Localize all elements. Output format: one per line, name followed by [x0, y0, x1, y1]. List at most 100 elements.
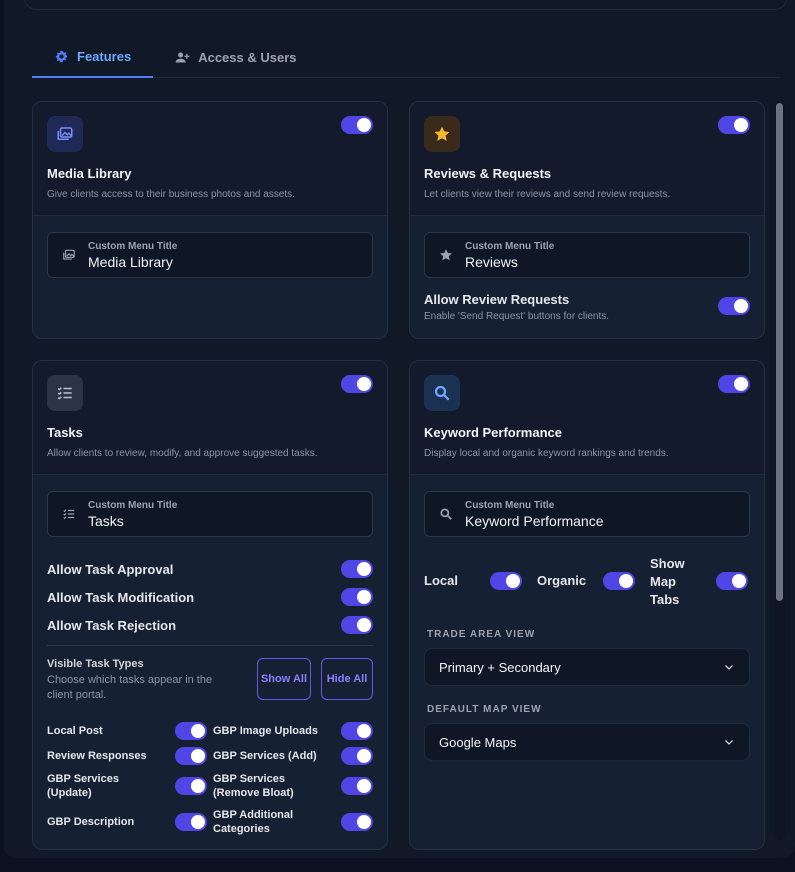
search-icon — [440, 508, 452, 520]
tasks-icon-box — [47, 375, 83, 411]
reviews-icon-box — [424, 116, 460, 152]
media-library-card: Media Library Give clients access to the… — [32, 101, 388, 339]
task-type-label: GBP Services (Add) — [213, 749, 317, 762]
task-type-local-post: Local Post — [47, 718, 207, 743]
allow-task-approval-label: Allow Task Approval — [47, 561, 174, 577]
reviews-desc: Let clients view their reviews and send … — [424, 189, 671, 200]
tab-bar: Features Access & Users — [32, 36, 780, 78]
show-map-tabs-label: Show Map Tabs — [650, 556, 685, 607]
media-menu-label: Custom Menu Title — [88, 240, 178, 252]
scrollbar-thumb[interactable] — [776, 103, 783, 601]
task-type-gbp-services-remove-bloat-toggle[interactable] — [341, 777, 373, 795]
reviews-card: Reviews & Requests Let clients view thei… — [409, 101, 765, 339]
default-map-view-select[interactable]: Google Maps — [424, 723, 750, 761]
media-library-title: Media Library — [47, 166, 132, 181]
checklist-icon — [63, 509, 75, 520]
media-icon-box — [47, 116, 83, 152]
default-map-view-value: Google Maps — [439, 734, 517, 750]
keyword-performance-desc: Display local and organic keyword rankin… — [424, 448, 669, 459]
task-type-review-responses-toggle[interactable] — [175, 747, 207, 765]
tasks-menu-label: Custom Menu Title — [88, 499, 178, 511]
keyword-menu-title-field[interactable]: Custom Menu Title Keyword Performance — [424, 491, 750, 537]
allow-review-requests-toggle[interactable] — [718, 297, 750, 315]
allow-review-requests-label: Allow Review Requests — [424, 292, 570, 307]
keyword-performance-card: Keyword Performance Display local and or… — [409, 360, 765, 850]
keyword-performance-title: Keyword Performance — [424, 425, 562, 440]
tab-features-label: Features — [77, 48, 132, 64]
visible-task-types-desc: Choose which tasks appear in the client … — [47, 674, 213, 701]
tasks-card: Tasks Allow clients to review, modify, a… — [32, 360, 388, 850]
tab-features[interactable]: Features — [32, 36, 154, 78]
tasks-desc: Allow clients to review, modify, and app… — [47, 448, 318, 459]
scrollbar-track[interactable] — [774, 100, 786, 840]
show-all-button[interactable]: Show All — [257, 658, 311, 700]
reviews-menu-label: Custom Menu Title — [465, 240, 555, 252]
task-types-grid: Local Post GBP Image Uploads Review Resp… — [47, 718, 373, 840]
allow-task-rejection-toggle[interactable] — [341, 616, 373, 634]
media-library-toggle[interactable] — [341, 116, 373, 134]
task-type-review-responses: Review Responses — [47, 743, 207, 768]
trade-area-view-value: Primary + Secondary — [439, 659, 561, 675]
task-type-gbp-image-uploads: GBP Image Uploads — [213, 718, 373, 743]
task-type-gbp-services-add-toggle[interactable] — [341, 747, 373, 765]
trade-area-view-label: TRADE AREA VIEW — [427, 629, 536, 640]
allow-task-approval-toggle[interactable] — [341, 560, 373, 578]
task-type-gbp-description-toggle[interactable] — [175, 813, 207, 831]
task-type-local-post-toggle[interactable] — [175, 722, 207, 740]
local-label: Local — [424, 573, 458, 588]
tasks-toggle[interactable] — [341, 375, 373, 393]
task-type-gbp-services-update-toggle[interactable] — [175, 777, 207, 795]
tasks-menu-title-field[interactable]: Custom Menu Title Tasks — [47, 491, 373, 537]
allow-task-rejection-row: Allow Task Rejection — [47, 611, 373, 639]
tab-access-users-label: Access & Users — [198, 49, 297, 65]
task-type-gbp-description: GBP Description — [47, 804, 207, 840]
tasks-menu-value: Tasks — [88, 512, 124, 529]
allow-task-modification-row: Allow Task Modification — [47, 583, 373, 611]
task-type-label: GBP Image Uploads — [213, 724, 318, 737]
allow-review-requests-row: Allow Review Requests Enable 'Send Reque… — [424, 292, 750, 322]
reviews-title: Reviews & Requests — [424, 166, 552, 181]
task-type-label: GBP Description — [47, 816, 135, 828]
tasks-title: Tasks — [47, 425, 83, 440]
task-type-gbp-services-add: GBP Services (Add) — [213, 743, 373, 768]
keyword-performance-toggle[interactable] — [718, 375, 750, 393]
media-library-desc: Give clients access to their business ph… — [47, 189, 295, 200]
keyword-view-toggles: Local Organic Show Map Tabs — [424, 553, 750, 609]
task-type-label: Local Post — [47, 724, 103, 737]
show-map-tabs-toggle[interactable] — [716, 572, 748, 590]
star-icon — [440, 249, 452, 261]
reviews-toggle[interactable] — [718, 116, 750, 134]
task-type-label: GBP Services (Remove Bloat) — [213, 773, 294, 799]
visible-task-types-header: Visible Task Types Choose which tasks ap… — [47, 658, 373, 708]
top-card-edge — [24, 0, 787, 10]
star-icon — [434, 126, 450, 141]
allow-task-modification-toggle[interactable] — [341, 588, 373, 606]
keyword-icon-box — [424, 375, 460, 411]
reviews-menu-title-field[interactable]: Custom Menu Title Reviews — [424, 232, 750, 278]
allow-task-rejection-label: Allow Task Rejection — [47, 617, 177, 633]
allow-review-requests-desc: Enable 'Send Request' buttons for client… — [424, 311, 610, 322]
images-icon — [57, 127, 73, 140]
organic-toggle[interactable] — [603, 572, 635, 590]
task-type-gbp-services-update: GBP Services (Update) — [47, 768, 207, 804]
tab-access-users[interactable]: Access & Users — [153, 36, 318, 78]
chevron-down-icon — [725, 665, 733, 670]
allow-task-approval-row: Allow Task Approval — [47, 555, 373, 583]
media-menu-title-field[interactable]: Custom Menu Title Media Library — [47, 232, 373, 278]
default-map-view-label: DEFAULT MAP VIEW — [427, 704, 542, 715]
keyword-menu-value: Keyword Performance — [465, 512, 604, 529]
checklist-icon — [57, 387, 72, 400]
task-type-gbp-additional-categories: GBP Additional Categories — [213, 804, 373, 840]
task-type-gbp-image-uploads-toggle[interactable] — [341, 722, 373, 740]
task-type-label: GBP Additional Categories — [213, 809, 294, 835]
trade-area-view-select[interactable]: Primary + Secondary — [424, 648, 750, 686]
task-type-gbp-additional-categories-toggle[interactable] — [341, 813, 373, 831]
task-type-label: GBP Services (Update) — [47, 773, 119, 799]
hide-all-button[interactable]: Hide All — [321, 658, 373, 700]
reviews-menu-value: Reviews — [465, 253, 518, 270]
keyword-menu-label: Custom Menu Title — [465, 499, 555, 511]
allow-task-modification-label: Allow Task Modification — [47, 589, 195, 605]
task-type-gbp-services-remove-bloat: GBP Services (Remove Bloat) — [213, 768, 373, 804]
media-menu-value: Media Library — [88, 253, 173, 270]
local-toggle[interactable] — [490, 572, 522, 590]
